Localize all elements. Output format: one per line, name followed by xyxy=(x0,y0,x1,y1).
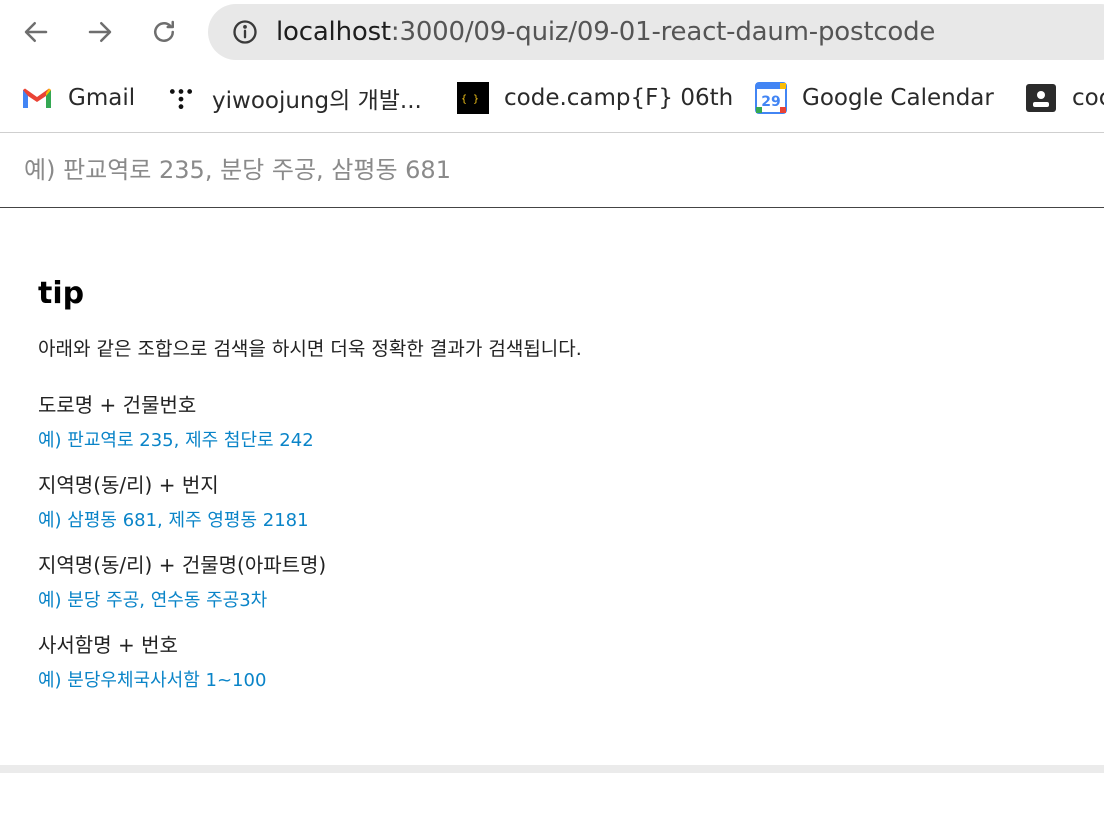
contact-icon xyxy=(1024,81,1058,115)
rule-label: 지역명(동/리) + 번지 xyxy=(38,473,219,497)
bookmark-label: coc xyxy=(1072,85,1104,111)
address-bar[interactable]: localhost:3000/09-quiz/09-01-react-daum-… xyxy=(208,4,1104,60)
bookmark-gmail[interactable]: Gmail xyxy=(20,80,135,116)
rule-example: 예) 분당우체국사서함 1~100 xyxy=(38,670,267,691)
bookmark-label: yiwoojung의 개발... xyxy=(212,88,422,114)
bookmark-label: Google Calendar xyxy=(802,85,994,111)
tip-section: tip 아래와 같은 조합으로 검색을 하시면 더욱 정확한 결과가 검색됩니다… xyxy=(38,270,1038,710)
back-button[interactable] xyxy=(16,12,56,52)
reload-icon xyxy=(154,20,174,42)
url-path: :3000/09-quiz/09-01-react-daum-postcode xyxy=(390,17,936,47)
forward-button[interactable] xyxy=(80,12,120,52)
rule-example: 예) 판교역로 235, 제주 첨단로 242 xyxy=(38,430,314,451)
dots-logo-icon xyxy=(164,81,198,115)
bookmark-codecamp[interactable]: { } code.camp{F} 06th xyxy=(456,80,733,116)
codecamp-icon: { } xyxy=(456,81,490,115)
url-text[interactable]: localhost:3000/09-quiz/09-01-react-daum-… xyxy=(276,17,935,47)
calendar-icon: 29 xyxy=(754,81,788,115)
arrow-right-icon xyxy=(88,22,112,42)
address-search-bar xyxy=(0,133,1104,208)
url-host: localhost xyxy=(276,17,391,47)
address-search-input[interactable] xyxy=(22,155,1066,185)
rule-example: 예) 삼평동 681, 제주 영평동 2181 xyxy=(38,510,309,531)
arrow-left-icon xyxy=(24,22,48,42)
svg-text:{ }: { } xyxy=(461,94,479,105)
bottom-divider xyxy=(0,765,1104,773)
bookmark-label: code.camp{F} 06th xyxy=(504,85,734,111)
bookmark-contact[interactable]: coc xyxy=(1024,80,1104,116)
bookmarks-bar: Gmail yiwoojung의 개발... { } code.camp{F} … xyxy=(0,66,1104,133)
rule-label: 지역명(동/리) + 건물명(아파트명) xyxy=(38,553,327,577)
gmail-icon xyxy=(20,81,54,115)
site-info-icon[interactable] xyxy=(230,17,260,47)
svg-text:29: 29 xyxy=(761,94,780,110)
rule-label: 도로명 + 건물번호 xyxy=(38,393,197,417)
bookmark-yiwoojung[interactable]: yiwoojung의 개발... xyxy=(164,80,422,116)
bookmark-label: Gmail xyxy=(68,85,136,111)
bookmark-google-calendar[interactable]: 29 Google Calendar xyxy=(754,80,994,116)
rule-label: 사서함명 + 번호 xyxy=(38,633,178,657)
reload-button[interactable] xyxy=(144,12,184,52)
browser-toolbar: localhost:3000/09-quiz/09-01-react-daum-… xyxy=(0,0,1104,66)
tip-title: tip xyxy=(38,276,85,311)
tip-description: 아래와 같은 조합으로 검색을 하시면 더욱 정확한 결과가 검색됩니다. xyxy=(38,338,582,360)
rule-example: 예) 분당 주공, 연수동 주공3차 xyxy=(38,590,268,611)
